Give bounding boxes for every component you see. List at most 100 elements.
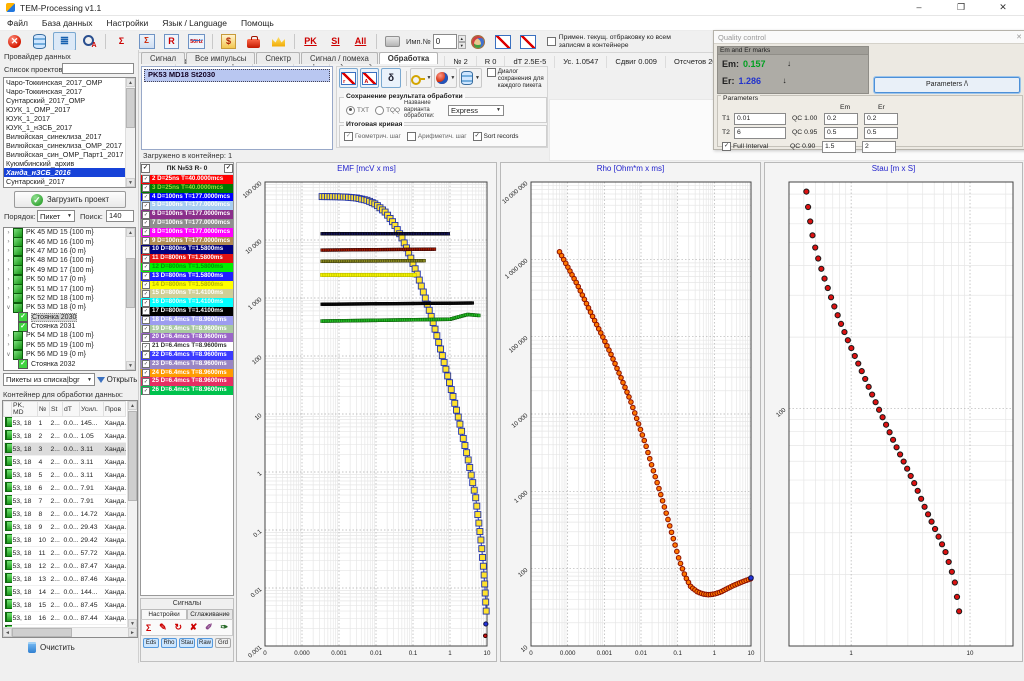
table-row[interactable]: 53, 1852...0.0...3.11Ханда. [4, 469, 126, 482]
expand-arrow-icon[interactable]: ∨ [4, 304, 13, 311]
key-button[interactable]: ▼ [410, 68, 433, 88]
qc-er-input[interactable]: 0.2 [864, 113, 898, 125]
project-item[interactable]: Чаро-Токкинская_2017 [4, 87, 135, 96]
save-dialog-checkbox[interactable]: Диалог сохранения для каждого пикета [487, 68, 547, 89]
delta-button[interactable]: δ [381, 68, 400, 88]
signal-checkbox[interactable]: ✓ [142, 343, 150, 351]
t-input[interactable]: 0.01 [734, 113, 786, 125]
pk-button[interactable]: PK [299, 32, 322, 51]
signal-row[interactable]: ✓7 D=100ns T=177.0000mcs [141, 219, 233, 228]
tree-item[interactable]: ∨PK 56 MD 19 {0 m} [4, 350, 135, 359]
save-db-button[interactable]: ▼ [459, 68, 482, 88]
table-row[interactable]: 53, 1822...0.0...1.05Ханда. [4, 430, 126, 443]
table-column-header[interactable]: № [38, 402, 50, 417]
signal-mode-button-raw[interactable]: Raw [197, 638, 213, 648]
tree-item[interactable]: ✓Стоянка 2032 [4, 359, 135, 368]
signal-checkbox[interactable]: ✓ [142, 290, 150, 298]
pen-icon[interactable]: ✎ [159, 622, 167, 633]
expand-arrow-icon[interactable]: › [4, 248, 13, 254]
export-button[interactable]: ▼ [434, 68, 457, 88]
signal-row[interactable]: ✓18 D=6.4mcs T=8.9600ms [141, 316, 233, 325]
scrollbar-horizontal[interactable]: ◄► [3, 627, 137, 637]
signal-checkbox[interactable]: ✓ [142, 369, 150, 377]
tree-item[interactable]: ›PK 47 MD 16 {0 m} [4, 247, 135, 256]
minimize-button[interactable]: – [898, 0, 940, 15]
project-item[interactable]: Вилюйская_син_ОМР_Парт1_2017 [4, 150, 135, 159]
signal-row[interactable]: ✓6 D=100ns T=177.0000mcs [141, 210, 233, 219]
signal-checkbox[interactable]: ✓ [142, 246, 150, 254]
tree-item[interactable]: ›PK 48 MD 16 {100 m} [4, 256, 135, 265]
expand-arrow-icon[interactable]: › [4, 277, 13, 283]
table-row[interactable]: 53, 18142...0.0...144...Ханда. [4, 586, 126, 599]
qc-em-input[interactable]: 0.2 [824, 113, 858, 125]
expand-arrow-icon[interactable]: › [4, 258, 13, 264]
signal-row[interactable]: ✓3 D=25ns T=40.0000mcs [141, 184, 233, 193]
qc-em-input[interactable]: 0.5 [824, 127, 858, 139]
table-row[interactable]: 53, 1832...0.0...3.11Ханда. [4, 443, 126, 456]
signal-row[interactable]: ✓5 D=100ns T=177.0000mcs [141, 201, 233, 210]
signal-checkbox[interactable]: ✓ [142, 325, 150, 333]
tree-item[interactable]: ›PK 45 MD 15 {100 m} [4, 228, 135, 237]
tree-item[interactable]: ✓Стоянка 2030 [4, 313, 135, 322]
tab-4[interactable]: Обработка [379, 52, 438, 64]
project-item[interactable]: Вилюйская_синеклиза_2017 [4, 132, 135, 141]
signal-checkbox[interactable]: ✓ [142, 387, 150, 395]
signal-checkbox[interactable]: ✓ [142, 334, 150, 342]
signal-row[interactable]: ✓13 D=800ns T=1.5800ms [141, 272, 233, 281]
tree-item[interactable]: ›PK 52 MD 18 {100 m} [4, 294, 135, 303]
signal-row[interactable]: ✓25 D=6.4mcs T=8.9600ms [141, 377, 233, 386]
container-table[interactable]: PK, MD№StdTУсил.Пров53, 1812...0.0...145… [2, 400, 138, 638]
close-button[interactable]: ✕ [982, 0, 1024, 15]
table-row[interactable]: 53, 18132...0.0...87.46Ханда. [4, 573, 126, 586]
tree-item[interactable]: ✓Стоянка 2031 [4, 322, 135, 331]
order-select[interactable]: Пикет▼ [37, 210, 75, 222]
expand-arrow-icon[interactable]: › [4, 333, 13, 339]
table-column-header[interactable]: St [50, 402, 63, 417]
signal-checkbox[interactable]: ✓ [142, 299, 150, 307]
expand-arrow-icon[interactable]: › [4, 267, 13, 273]
signal-checkbox[interactable]: ✓ [142, 211, 150, 219]
table-row[interactable]: 53, 18122...0.0...87.47Ханда. [4, 560, 126, 573]
signals-tab-0[interactable]: Настройки [141, 609, 187, 619]
signal-checkbox[interactable]: ✓ [142, 378, 150, 386]
table-row[interactable]: 53, 1892...0.0...29.43Ханда. [4, 521, 126, 534]
check-all-right[interactable]: ✓ [224, 164, 233, 173]
search-input[interactable]: 140 [106, 210, 134, 222]
tree-item[interactable]: ›PK 46 MD 16 {100 m} [4, 237, 135, 246]
signal-checkbox[interactable]: ✓ [142, 193, 150, 201]
signal-checkbox[interactable]: ✓ [142, 228, 150, 236]
menu-item-язык-language[interactable]: Язык / Language [155, 16, 234, 30]
signal-mode-button-eds[interactable]: Eds [143, 638, 159, 648]
signal-checkbox[interactable]: ✓ [142, 281, 150, 289]
qc-close-icon[interactable]: ✕ [1013, 33, 1024, 41]
signal-row[interactable]: ✓24 D=6.4mcs T=8.9600ms [141, 369, 233, 378]
delete-icon[interactable]: ✘ [190, 622, 198, 633]
menu-item-настройки[interactable]: Настройки [100, 16, 156, 30]
scrollbar[interactable]: ▲▼ [125, 78, 135, 187]
project-item[interactable]: Куюмбинский_архив [4, 159, 135, 168]
apply-checkbox[interactable]: Примен. текущ. отбраковку ко всем запися… [547, 34, 677, 49]
full-interval-checkbox[interactable]: ✓Full Interval [722, 142, 790, 151]
signal-checkbox[interactable]: ✓ [142, 263, 150, 271]
signal-mode-button-grd[interactable]: Grd [215, 638, 231, 648]
signal-list[interactable]: ✓ ПК №53 R- 0 ✓ ✓2 D=25ns T=40.0000mcs✓3… [140, 162, 234, 596]
project-item[interactable]: ЮУК_1_2017 [4, 114, 135, 123]
maximize-button[interactable]: ❐ [940, 0, 982, 15]
signal-checkbox[interactable]: ✓ [142, 219, 150, 227]
table-column-header[interactable]: Пров [104, 402, 126, 417]
expand-arrow-icon[interactable]: › [4, 286, 13, 292]
expand-arrow-icon[interactable]: › [4, 230, 13, 236]
signal-checkbox[interactable]: ✓ [142, 175, 150, 183]
txt-radio[interactable] [346, 106, 355, 115]
em-down-arrow-icon[interactable]: ↓ [787, 59, 791, 68]
signal-mode-button-rho[interactable]: Rho [161, 638, 177, 648]
signal-mode-button-stau[interactable]: Stau [179, 638, 195, 648]
all-button[interactable]: All [349, 32, 372, 51]
table-row[interactable]: 53, 1862...0.0...7.91Ханда. [4, 482, 126, 495]
signals-tab-1[interactable]: Сглаживание [187, 609, 233, 619]
signal-row[interactable]: ✓16 D=800ns T=1.4100ms [141, 298, 233, 307]
geom-step-checkbox[interactable]: ✓ [344, 132, 353, 141]
signal-row[interactable]: ✓8 D=100ns T=177.0000mcs [141, 228, 233, 237]
signal-row[interactable]: ✓21 D=6.4mcs T=8.9600ms [141, 342, 233, 351]
project-item[interactable]: ЮУК_1_нЗСБ_2017 [4, 123, 135, 132]
